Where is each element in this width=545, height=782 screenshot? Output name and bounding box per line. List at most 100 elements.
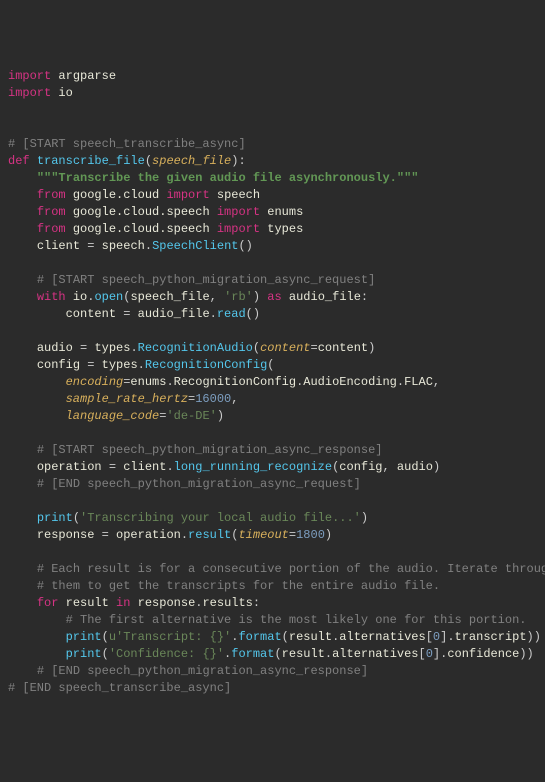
code-editor: import argparse import io # [START speec… bbox=[0, 68, 545, 697]
arg: audio bbox=[397, 460, 433, 474]
paren-close: ) bbox=[253, 290, 260, 304]
string-literal: 'Confidence: {}' bbox=[109, 647, 224, 661]
keyword-import: import bbox=[217, 222, 260, 236]
paren-open: ( bbox=[253, 341, 260, 355]
keyword-in: in bbox=[116, 596, 130, 610]
method: format bbox=[231, 647, 274, 661]
obj: types bbox=[102, 358, 138, 372]
keyword-for: for bbox=[37, 596, 59, 610]
colon: : bbox=[253, 596, 260, 610]
paren-open: ( bbox=[267, 358, 274, 372]
dot: . bbox=[195, 596, 202, 610]
dot: . bbox=[397, 375, 404, 389]
comment: # [END speech_transcribe_async] bbox=[8, 681, 231, 695]
equals: = bbox=[94, 528, 116, 542]
comment: # [START speech_transcribe_async] bbox=[8, 137, 246, 151]
attr: FLAC bbox=[404, 375, 433, 389]
equals: = bbox=[102, 460, 124, 474]
var-response: response bbox=[37, 528, 95, 542]
bracket-close: ] bbox=[440, 630, 447, 644]
arg: config bbox=[339, 460, 382, 474]
equals: = bbox=[116, 307, 138, 321]
dot: . bbox=[181, 528, 188, 542]
dot: . bbox=[138, 358, 145, 372]
module-path: google.cloud.speech bbox=[73, 205, 210, 219]
obj: io bbox=[73, 290, 87, 304]
string-literal: 'Transcript: {}' bbox=[116, 630, 231, 644]
imported-name: enums bbox=[267, 205, 303, 219]
obj: types bbox=[94, 341, 130, 355]
obj: enums bbox=[130, 375, 166, 389]
module-path: google.cloud bbox=[73, 188, 159, 202]
string-literal: 'Transcribing your local audio file...' bbox=[80, 511, 361, 525]
kwarg: content bbox=[260, 341, 310, 355]
bracket-open: [ bbox=[426, 630, 433, 644]
kwarg: encoding bbox=[66, 375, 124, 389]
paren-close: )) bbox=[527, 630, 541, 644]
equals: = bbox=[80, 239, 102, 253]
comma: , bbox=[433, 375, 440, 389]
number-literal: 0 bbox=[426, 647, 433, 661]
obj: result bbox=[282, 647, 325, 661]
imported-name: types bbox=[267, 222, 303, 236]
var-client: client bbox=[37, 239, 80, 253]
comma: , bbox=[210, 290, 224, 304]
builtin-open: open bbox=[94, 290, 123, 304]
attr: RecognitionConfig bbox=[174, 375, 296, 389]
attr: alternatives bbox=[332, 647, 418, 661]
number-literal: 16000 bbox=[195, 392, 231, 406]
keyword-with: with bbox=[37, 290, 66, 304]
method: long_running_recognize bbox=[174, 460, 332, 474]
string-prefix: u bbox=[109, 630, 116, 644]
obj: response bbox=[138, 596, 196, 610]
loop-var: result bbox=[66, 596, 109, 610]
paren-open: ( bbox=[145, 154, 152, 168]
comma: , bbox=[383, 460, 397, 474]
docstring: """Transcribe the given audio file async… bbox=[37, 171, 419, 185]
var-operation: operation bbox=[37, 460, 102, 474]
parameter: speech_file bbox=[152, 154, 231, 168]
keyword-from: from bbox=[37, 188, 66, 202]
keyword-import: import bbox=[217, 205, 260, 219]
dot: . bbox=[166, 375, 173, 389]
method: SpeechClient bbox=[152, 239, 238, 253]
paren-open: ( bbox=[282, 630, 289, 644]
dot: . bbox=[325, 647, 332, 661]
dot: . bbox=[332, 630, 339, 644]
dot: . bbox=[447, 630, 454, 644]
attr: results bbox=[202, 596, 252, 610]
keyword-import: import bbox=[8, 69, 51, 83]
method: format bbox=[238, 630, 281, 644]
module-path: google.cloud.speech bbox=[73, 222, 210, 236]
parens: () bbox=[238, 239, 252, 253]
arg: speech_file bbox=[130, 290, 209, 304]
attr: confidence bbox=[447, 647, 519, 661]
dot: . bbox=[145, 239, 152, 253]
builtin-print: print bbox=[66, 630, 102, 644]
paren-close: )) bbox=[519, 647, 533, 661]
var-config: config bbox=[37, 358, 80, 372]
method: read bbox=[217, 307, 246, 321]
comma: , bbox=[231, 392, 238, 406]
comment: # [START speech_python_migration_async_r… bbox=[37, 273, 375, 287]
keyword-as: as bbox=[267, 290, 281, 304]
builtin-print: print bbox=[37, 511, 73, 525]
number-literal: 1800 bbox=[296, 528, 325, 542]
dot: . bbox=[130, 341, 137, 355]
obj: result bbox=[289, 630, 332, 644]
keyword-import: import bbox=[8, 86, 51, 100]
function-name: transcribe_file bbox=[37, 154, 145, 168]
module-name: argparse bbox=[58, 69, 116, 83]
dot: . bbox=[224, 647, 231, 661]
keyword-def: def bbox=[8, 154, 30, 168]
obj: client bbox=[123, 460, 166, 474]
bracket-close: ] bbox=[433, 647, 440, 661]
equals: = bbox=[73, 341, 95, 355]
comment: # [END speech_python_migration_async_req… bbox=[37, 477, 361, 491]
comment: # [END speech_python_migration_async_res… bbox=[37, 664, 368, 678]
var-audio: audio bbox=[37, 341, 73, 355]
dot: . bbox=[440, 647, 447, 661]
var: audio_file bbox=[289, 290, 361, 304]
equals: = bbox=[80, 358, 102, 372]
method: RecognitionConfig bbox=[145, 358, 267, 372]
